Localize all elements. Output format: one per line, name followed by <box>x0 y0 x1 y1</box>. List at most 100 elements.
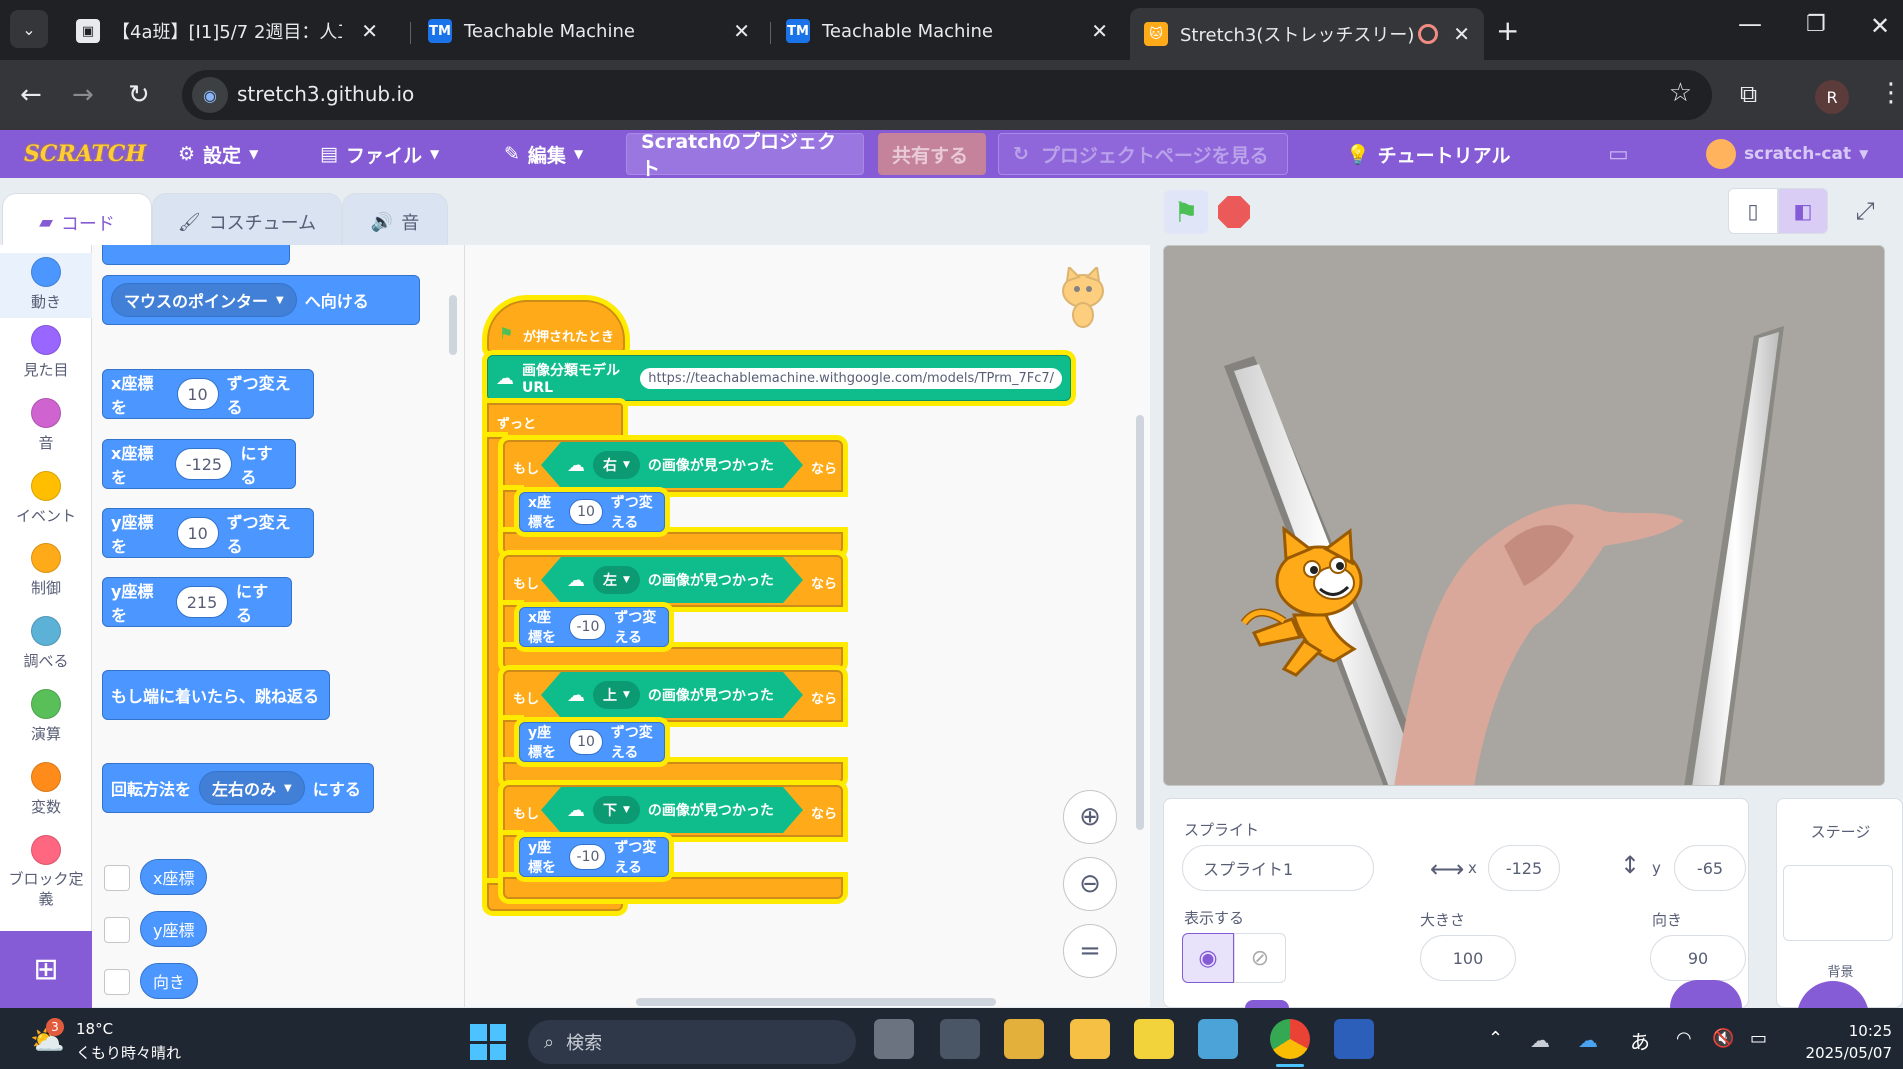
block-set-rotation-style[interactable]: 回転方法を 左右のみ ▼ にする <box>102 763 374 813</box>
fullscreen-button[interactable]: ⤢ <box>1840 188 1890 234</box>
category-operators[interactable]: 演算 <box>0 689 92 744</box>
notepad-icon[interactable] <box>1198 1019 1238 1059</box>
image-model-url-block[interactable]: ☁ 画像分類モデルURL https://teachablemachine.wi… <box>487 355 1071 401</box>
when-flag-clicked-hat[interactable]: ⚑ が押されたとき <box>487 300 625 352</box>
onedrive-error-icon[interactable]: ☁ <box>1530 1028 1550 1052</box>
chrome-icon[interactable] <box>1270 1019 1310 1059</box>
settings-menu[interactable]: ⚙ 設定 ▼ <box>178 130 258 178</box>
model-url-input[interactable]: https://teachablemachine.withgoogle.com/… <box>640 367 1062 389</box>
category-my-blocks[interactable]: ブロック定義 <box>0 835 92 909</box>
word-icon[interactable] <box>1334 1019 1374 1059</box>
block-change-y[interactable]: y座標を 10 ずつ変える <box>102 508 314 558</box>
add-extension-button[interactable]: ⊞ <box>0 931 92 1008</box>
close-tab-icon[interactable]: ✕ <box>1091 19 1108 43</box>
browser-tab-3[interactable]: TM Teachable Machine ✕ <box>772 8 1122 54</box>
browser-tab-1[interactable]: ▣ 【4a班】[I1]5/7 2週目：人工知能 ✕ <box>62 8 392 54</box>
slack-icon[interactable] <box>1004 1019 1044 1059</box>
browser-menu-icon[interactable]: ⋮ <box>1878 78 1903 108</box>
tab-code[interactable]: ▰ コード <box>2 193 152 251</box>
x-position-checkbox[interactable] <box>104 865 130 891</box>
weather-widget[interactable]: ⛅ 3 18°C くもり時々晴れ <box>26 1018 206 1064</box>
block-set-y[interactable]: y座標を 215 にする <box>102 577 292 627</box>
account-menu[interactable]: scratch-cat ▼ <box>1706 130 1868 178</box>
rotation-style-dropdown[interactable]: 左右のみ ▼ <box>199 771 305 805</box>
image-found-condition[interactable]: ☁ 上 ▼ の画像が見つかった <box>541 672 803 718</box>
value-input[interactable]: -10 <box>569 614 607 640</box>
label-dropdown[interactable]: 上 ▼ <box>593 681 640 709</box>
category-sound[interactable]: 音 <box>0 398 92 453</box>
sprite-name-input[interactable]: スプライト1 <box>1182 845 1374 891</box>
small-stage-button[interactable]: ▯ <box>1728 188 1778 234</box>
image-found-condition[interactable]: ☁ 左 ▼ の画像が見つかった <box>541 557 803 603</box>
close-tab-icon[interactable]: ✕ <box>361 19 378 43</box>
large-stage-button[interactable]: ◧ <box>1778 188 1828 234</box>
new-tab-button[interactable]: + <box>1496 14 1519 47</box>
zoom-reset-button[interactable]: = <box>1063 924 1117 978</box>
edit-menu[interactable]: ✎ 編集 ▼ <box>504 130 583 178</box>
site-info-icon[interactable]: ◉ <box>192 77 228 113</box>
green-flag-button[interactable]: ⚑ <box>1164 190 1208 234</box>
change-position-block[interactable]: y座標を 10 ずつ変える <box>519 722 665 762</box>
back-arrow-icon[interactable]: ← <box>20 80 42 110</box>
onedrive-icon[interactable]: ☁ <box>1578 1028 1598 1052</box>
block-bounce-on-edge[interactable]: もし端に着いたら、跳ね返る <box>102 670 330 720</box>
file-explorer-icon[interactable] <box>1070 1019 1110 1059</box>
sticky-notes-icon[interactable] <box>1134 1019 1174 1059</box>
category-control[interactable]: 制御 <box>0 543 92 598</box>
address-bar[interactable]: ◉ stretch3.github.io ☆ <box>182 70 1712 120</box>
calculator-icon[interactable] <box>940 1019 980 1059</box>
close-tab-icon[interactable]: ✕ <box>733 19 750 43</box>
wifi-icon[interactable]: ◠ <box>1676 1028 1692 1049</box>
zoom-out-button[interactable]: ⊖ <box>1063 857 1117 911</box>
forever-block[interactable]: ずっと <box>487 403 623 439</box>
taskbar-search[interactable]: ⌕ 検索 <box>528 1020 856 1064</box>
bookmark-star-icon[interactable]: ☆ <box>1669 78 1692 108</box>
change-position-block[interactable]: x座標を 10 ずつ変える <box>519 492 665 532</box>
label-dropdown[interactable]: 下 ▼ <box>593 796 640 824</box>
value-input[interactable]: 10 <box>176 378 219 410</box>
category-motion[interactable]: 動き <box>0 253 92 318</box>
block-set-x[interactable]: x座標を -125 にする <box>102 439 296 489</box>
muted-volume-icon[interactable]: 🔇 <box>1712 1028 1734 1049</box>
close-tab-icon[interactable]: ✕ <box>1453 22 1470 46</box>
image-found-condition[interactable]: ☁ 右 ▼ の画像が見つかった <box>541 442 803 488</box>
direction-checkbox[interactable] <box>104 969 130 995</box>
palette-scrollbar[interactable] <box>449 295 457 355</box>
y-position-checkbox[interactable] <box>104 917 130 943</box>
change-position-block[interactable]: x座標を -10 ずつ変える <box>519 607 669 647</box>
start-button[interactable] <box>470 1024 506 1060</box>
size-input[interactable]: 100 <box>1420 935 1516 981</box>
block-partial-top[interactable] <box>102 245 290 265</box>
label-dropdown[interactable]: 右 ▼ <box>593 451 640 479</box>
minimize-button[interactable]: — <box>1738 10 1762 38</box>
tab-costumes[interactable]: 🖌 コスチューム <box>152 193 342 251</box>
category-variables[interactable]: 変数 <box>0 762 92 817</box>
close-window-button[interactable]: ✕ <box>1870 12 1890 40</box>
share-button[interactable]: 共有する <box>878 133 986 175</box>
value-input[interactable]: -10 <box>569 844 607 870</box>
sprite-list-selected[interactable] <box>1245 1000 1289 1008</box>
project-title-input[interactable]: Scratchのプロジェクト <box>626 131 864 180</box>
clock[interactable]: 10:25 2025/05/07 <box>1796 1020 1892 1064</box>
profile-avatar[interactable]: R <box>1815 80 1849 114</box>
category-events[interactable]: イベント <box>0 471 92 526</box>
ime-indicator[interactable]: あ <box>1630 1026 1650 1055</box>
block-change-x[interactable]: x座標を 10 ずつ変える <box>102 369 314 419</box>
see-project-page-button[interactable]: ↻ プロジェクトページを見る <box>998 133 1288 175</box>
tab-sounds[interactable]: 🔊 音 <box>342 193 448 251</box>
x-position-input[interactable]: -125 <box>1488 845 1560 891</box>
value-input[interactable]: 10 <box>569 729 603 755</box>
value-input[interactable]: 215 <box>176 586 228 618</box>
zoom-in-button[interactable]: ⊕ <box>1063 790 1117 844</box>
task-view-icon[interactable] <box>874 1019 914 1059</box>
script-vertical-scrollbar[interactable] <box>1136 415 1144 830</box>
battery-icon[interactable]: ▭ <box>1750 1028 1767 1049</box>
show-sprite-button[interactable]: ◉ <box>1182 933 1234 983</box>
change-position-block[interactable]: y座標を -10 ずつ変える <box>519 837 669 877</box>
stage-canvas[interactable] <box>1163 245 1885 786</box>
value-input[interactable]: 10 <box>176 517 219 549</box>
show-hidden-icons[interactable]: ⌃ <box>1488 1028 1503 1049</box>
stage-selector-panel[interactable]: ステージ 背景 <box>1776 798 1903 1021</box>
stage-thumbnail[interactable] <box>1783 865 1893 941</box>
tab-search-button[interactable]: ⌄ <box>10 10 48 48</box>
